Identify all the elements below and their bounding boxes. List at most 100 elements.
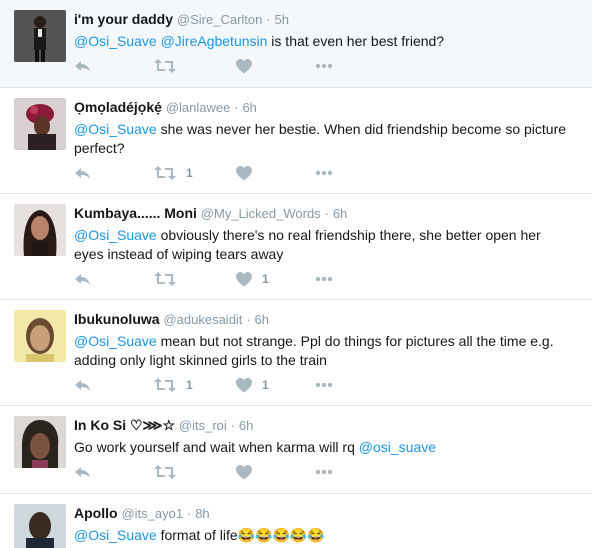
tweet-timestamp[interactable]: 6h [239,418,253,433]
tweet-body: is that even her best friend? [267,33,445,49]
tweet-timestamp[interactable]: 5h [274,12,288,27]
author-handle[interactable]: @My_Licked_Words [201,206,321,221]
mention-link[interactable]: @Osi_Suave [74,33,157,49]
author-handle[interactable]: @its_ayo1 [121,506,183,521]
author-handle[interactable]: @its_roi [179,418,227,433]
retweet-button[interactable] [154,270,186,288]
like-icon [236,464,252,479]
author-handle[interactable]: @Sire_Carlton [177,12,262,27]
emoji-sequence: 😂😂😂😂😂 [237,527,325,543]
tweet-timestamp[interactable]: 6h [255,312,269,327]
author-name[interactable]: Ọmọladéjọkẹ́ [74,99,162,115]
retweet-icon [154,166,176,180]
like-icon [236,165,252,180]
retweet-count: 1 [186,378,193,392]
author-name[interactable]: Apollo [74,505,118,521]
tweet-body: format of life [156,527,238,543]
tweet-text: @Osi_Suave she was never her bestie. Whe… [74,120,574,158]
retweet-icon [154,465,176,479]
tweet-actions [74,463,374,481]
like-button[interactable] [236,164,262,182]
separator-dot: · [234,100,239,115]
tweet-feed: i'm your daddy @Sire_Carlton · 5h @Osi_S… [0,0,592,548]
tweet[interactable]: i'm your daddy @Sire_Carlton · 5h @Osi_S… [0,0,592,88]
tweet-timestamp[interactable]: 8h [195,506,209,521]
more-button[interactable] [315,164,333,182]
mention-link[interactable]: @JireAgbetunsin [161,33,268,49]
reply-button[interactable] [74,463,92,481]
reply-button[interactable] [74,57,92,75]
more-icon [315,469,333,475]
more-button[interactable] [315,463,333,481]
tweet-text: @Osi_Suave mean but not strange. Ppl do … [74,332,574,370]
like-button[interactable] [236,463,262,481]
reply-icon [75,274,90,285]
tweet-text: @Osi_Suave obviously there's no real fri… [74,226,574,264]
tweet-text: @Osi_Suave @JireAgbetunsin is that even … [74,32,574,51]
retweet-icon [154,378,176,392]
more-button[interactable] [315,270,333,288]
more-button[interactable] [315,57,333,75]
more-icon [315,170,333,176]
reply-icon [75,168,90,179]
avatar[interactable] [14,416,66,468]
retweet-count: 1 [186,166,193,180]
tweet-actions: 1 1 [74,376,374,394]
retweet-button[interactable]: 1 [154,164,193,182]
tweet-actions [74,57,374,75]
avatar[interactable] [14,504,66,548]
avatar[interactable] [14,10,66,62]
like-button[interactable]: 1 [236,270,269,288]
author-handle[interactable]: @lanlawee [166,100,231,115]
like-button[interactable] [236,57,262,75]
author-handle[interactable]: @adukesaidit [163,312,242,327]
separator-dot: · [324,206,329,221]
mention-link[interactable]: @Osi_Suave [74,121,157,137]
more-button[interactable] [315,376,333,394]
more-icon [315,382,333,388]
more-icon [315,276,333,282]
tweet[interactable]: Apollo @its_ayo1 · 8h @Osi_Suave format … [0,494,592,548]
avatar[interactable] [14,310,66,362]
reply-button[interactable] [74,270,92,288]
retweet-button[interactable] [154,463,186,481]
tweet-actions: 1 [74,270,374,288]
mention-link[interactable]: @Osi_Suave [74,333,157,349]
like-icon [236,377,252,392]
separator-dot: · [246,312,251,327]
author-name[interactable]: In Ko Si ♡⋙☆ [74,417,175,433]
author-name[interactable]: Kumbaya...... Moni [74,205,197,221]
tweet-body: Go work yourself and wait when karma wil… [74,439,359,455]
retweet-icon [154,59,176,73]
tweet-timestamp[interactable]: 6h [242,100,256,115]
reply-button[interactable] [74,164,92,182]
retweet-button[interactable]: 1 [154,376,193,394]
mention-link[interactable]: @Osi_Suave [74,227,157,243]
like-count: 1 [262,378,269,392]
like-icon [236,58,252,73]
tweet-text: @Osi_Suave format of life😂😂😂😂😂 [74,526,574,545]
separator-dot: · [186,506,192,521]
tweet[interactable]: In Ko Si ♡⋙☆ @its_roi · 6h Go work yours… [0,406,592,494]
reply-icon [75,380,90,391]
tweet[interactable]: Ọmọladéjọkẹ́ @lanlawee · 6h @Osi_Suave s… [0,88,592,194]
tweet[interactable]: Ibukunoluwa @adukesaidit · 6h @Osi_Suave… [0,300,592,406]
tweet-actions: 1 [74,164,374,182]
mention-link[interactable]: @Osi_Suave [74,527,157,543]
mention-link[interactable]: @osi_suave [359,439,436,455]
retweet-button[interactable] [154,57,186,75]
reply-icon [75,61,90,72]
tweet-timestamp[interactable]: 6h [333,206,347,221]
more-icon [315,63,333,69]
reply-button[interactable] [74,376,92,394]
like-icon [236,271,252,286]
like-button[interactable]: 1 [236,376,269,394]
reply-icon [75,467,90,478]
separator-dot: · [230,418,236,433]
tweet-text: Go work yourself and wait when karma wil… [74,438,574,457]
author-name[interactable]: Ibukunoluwa [74,311,160,327]
author-name[interactable]: i'm your daddy [74,11,173,27]
avatar[interactable] [14,204,66,256]
avatar[interactable] [14,98,66,150]
tweet[interactable]: Kumbaya...... Moni @My_Licked_Words · 6h… [0,194,592,300]
